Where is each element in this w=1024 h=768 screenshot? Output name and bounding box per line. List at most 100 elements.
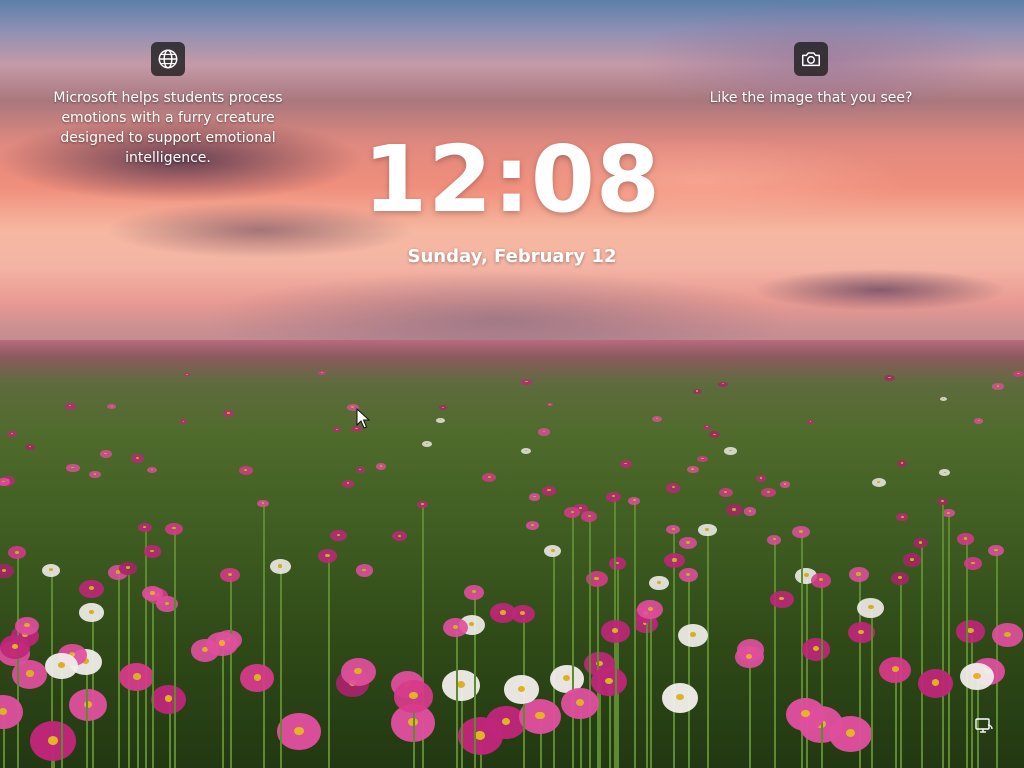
flower: [150, 684, 187, 715]
flower: [807, 419, 814, 424]
flower: [44, 652, 78, 680]
flower: [438, 405, 447, 410]
clock-time: 12:08: [363, 126, 661, 233]
flower: [619, 460, 632, 468]
spotlight-info-button[interactable]: [151, 42, 185, 76]
flower: [767, 535, 782, 545]
flower: [724, 447, 737, 455]
flower: [678, 568, 698, 583]
flower: [743, 507, 757, 516]
flower: [608, 557, 627, 570]
flower: [992, 383, 1004, 390]
flower-stem: [552, 553, 555, 768]
spotlight-like-button[interactable]: [794, 42, 828, 76]
flower: [857, 597, 885, 618]
flower: [666, 483, 681, 493]
flower-stem: [136, 680, 139, 768]
flower-stem: [460, 688, 463, 768]
flower: [992, 623, 1023, 648]
flower: [422, 440, 432, 447]
flower: [520, 448, 531, 455]
flower: [792, 525, 810, 538]
flower: [179, 419, 188, 424]
flower: [561, 687, 599, 720]
flower: [605, 491, 622, 502]
camera-icon: [802, 52, 820, 67]
flower: [138, 522, 152, 533]
flower: [702, 424, 712, 430]
flower: [725, 504, 743, 516]
flower-stem: [920, 545, 923, 768]
flower: [848, 567, 869, 582]
spotlight-like-text[interactable]: Like the image that you see?: [700, 88, 922, 108]
flower: [436, 417, 445, 423]
flower-stem: [965, 541, 968, 768]
flower: [269, 559, 291, 575]
flower: [220, 567, 241, 582]
flower: [896, 459, 908, 467]
flower-stem: [327, 559, 330, 768]
flower-stem: [870, 611, 873, 768]
flower-stem: [615, 634, 618, 768]
flower: [520, 378, 533, 386]
flower: [277, 713, 321, 751]
flower-stem: [174, 531, 177, 768]
flower: [755, 475, 767, 482]
flower: [879, 656, 912, 683]
flower-stem: [634, 502, 637, 768]
flower-stem: [17, 555, 20, 768]
flower-stem: [609, 685, 612, 768]
flower: [902, 553, 922, 567]
flower: [801, 638, 831, 661]
flower: [375, 463, 386, 470]
flower: [333, 427, 341, 432]
network-icon[interactable]: [974, 716, 994, 736]
flower-stem: [645, 616, 648, 768]
flower-stem: [455, 630, 458, 768]
flower-stem: [152, 596, 155, 768]
flower-stem: [650, 612, 653, 768]
flower: [238, 465, 253, 475]
flower: [165, 522, 183, 535]
flower: [355, 564, 373, 577]
flower: [698, 523, 717, 537]
flower-stem: [230, 577, 233, 768]
flower-stem: [707, 532, 710, 768]
lock-screen: Microsoft helps students process emotion…: [0, 0, 1024, 768]
flower-stem: [774, 542, 777, 768]
flower-stem: [617, 566, 620, 768]
flower: [25, 444, 35, 450]
flower-stem: [85, 665, 88, 768]
flower-stem: [572, 515, 575, 768]
mouse-cursor-icon: [356, 408, 370, 429]
flower: [64, 403, 76, 410]
flower: [988, 545, 1004, 557]
flower-stem: [970, 634, 973, 768]
flower: [652, 415, 663, 422]
flower-stem: [61, 669, 64, 768]
flower: [541, 486, 557, 496]
flower: [29, 721, 77, 761]
flower: [697, 455, 708, 463]
flower: [79, 580, 104, 599]
flower: [956, 619, 986, 643]
flower: [340, 657, 377, 686]
flower: [718, 381, 728, 387]
flower-stem: [820, 583, 823, 768]
flower-stem: [589, 519, 592, 768]
flower: [504, 675, 539, 704]
flower: [917, 668, 954, 698]
flower: [785, 697, 826, 731]
flower: [871, 477, 886, 487]
flower: [649, 575, 669, 591]
flower: [341, 479, 355, 488]
flower: [780, 481, 791, 488]
flower: [525, 521, 539, 531]
flower: [692, 388, 702, 394]
flower: [119, 562, 137, 575]
flower: [463, 585, 484, 600]
flower: [528, 492, 541, 501]
flower: [760, 487, 776, 498]
flower: [810, 572, 832, 588]
globe-icon: [158, 49, 178, 69]
